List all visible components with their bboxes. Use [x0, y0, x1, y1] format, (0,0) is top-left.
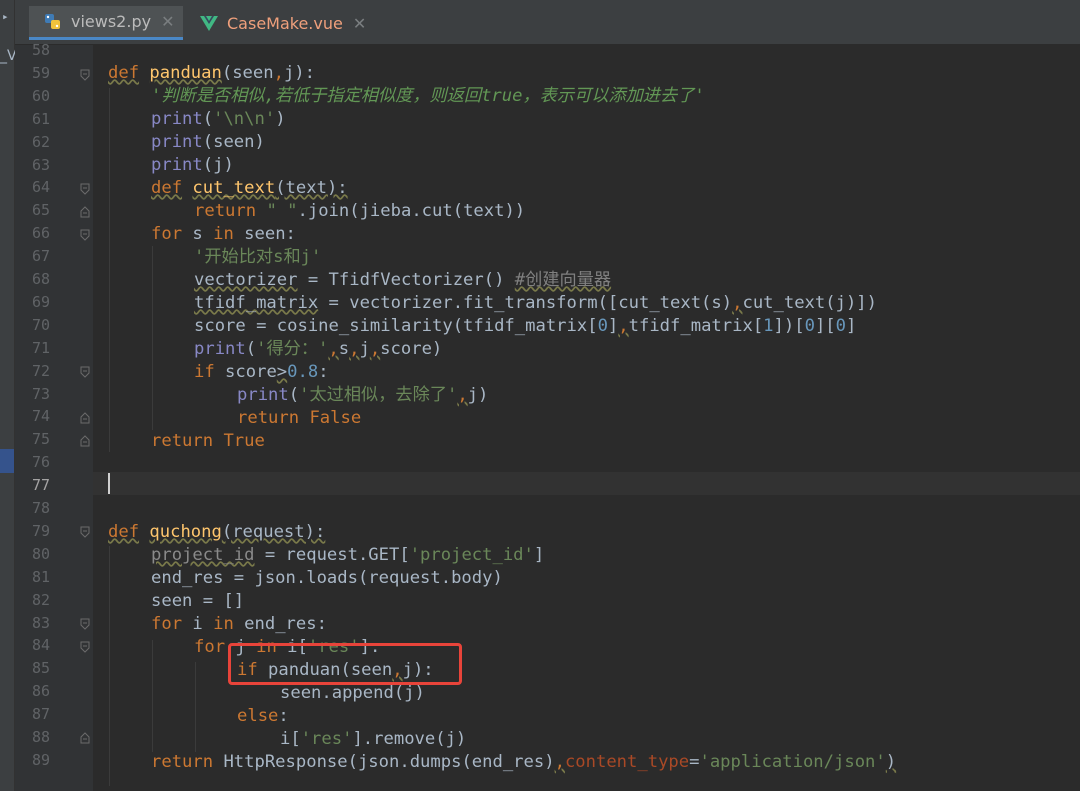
line-number: 88 [31, 728, 50, 746]
line-number: 64 [31, 178, 50, 197]
project-panel-edge[interactable]: ▸ _V [0, 0, 17, 791]
code-line-60: '判断是否相似,若低于指定相似度，则返回true，表示可以添加进去了' [151, 86, 705, 106]
line-number: 70 [31, 315, 50, 334]
fold-open-icon[interactable] [80, 366, 90, 378]
tab-label: views2.py [71, 12, 152, 31]
indent-guide [109, 546, 110, 786]
code-line-65: return " ".join(jieba.cut(text)) [194, 201, 526, 221]
fold-open-icon[interactable] [80, 526, 90, 538]
code-line-62: print(seen) [151, 132, 265, 152]
close-icon[interactable]: ✕ [353, 14, 366, 33]
close-icon[interactable]: ✕ [161, 12, 174, 31]
code-line-71: print('得分：',s,j,score) [194, 339, 443, 359]
line-number: 65 [31, 201, 50, 220]
indent-guide [152, 246, 153, 430]
line-number: 86 [31, 682, 50, 701]
line-number: 59 [31, 63, 50, 82]
line-number: 85 [31, 659, 50, 678]
indent-guide [152, 640, 153, 752]
line-number: 75 [31, 430, 50, 449]
line-number: 62 [31, 132, 50, 151]
line-number: 83 [31, 613, 50, 632]
tab-casemake-vue[interactable]: CaseMake.vue ✕ [185, 6, 375, 40]
line-number: 76 [31, 453, 50, 472]
fold-close-icon[interactable] [80, 206, 90, 218]
current-line-highlight [93, 472, 1080, 495]
line-number: 89 [31, 750, 50, 769]
line-number: 66 [31, 224, 50, 243]
indent-guide [195, 662, 196, 752]
code-line-59: def panduan(seen,j): [108, 63, 315, 83]
line-number: 67 [31, 247, 50, 266]
code-line-88: i['res'].remove(j) [280, 729, 467, 749]
line-number: 61 [31, 109, 50, 128]
line-number: 78 [31, 499, 50, 517]
fold-open-icon[interactable] [80, 641, 90, 653]
code-line-89: return HttpResponse(json.dumps(end_res),… [151, 752, 897, 772]
line-number: 80 [31, 544, 50, 563]
code-line-67: '开始比对s和j' [194, 247, 322, 267]
vue-file-icon [199, 13, 219, 33]
collapse-arrow-icon[interactable]: ▸ [2, 10, 9, 23]
project-tree-selection [0, 449, 14, 473]
code-line-80: project_id = request.GET['project_id'] [151, 545, 545, 565]
line-number: 81 [31, 567, 50, 586]
line-number: 68 [31, 270, 50, 288]
code-line-74: return False [237, 408, 362, 428]
code-line-69: tfidf_matrix = vectorizer.fit_transform(… [194, 293, 877, 313]
code-line-66: for s in seen: [151, 224, 296, 244]
line-number: 84 [31, 636, 50, 655]
line-number: 63 [31, 155, 50, 174]
line-number: 71 [31, 338, 50, 357]
text-caret [108, 473, 110, 494]
code-line-61: print('\n\n') [151, 109, 286, 129]
tab-views2-py[interactable]: views2.py ✕ [29, 6, 183, 40]
highlight-annotation-box [228, 643, 462, 685]
fold-close-icon[interactable] [80, 412, 90, 424]
code-line-63: print(j) [151, 155, 234, 175]
line-number: 87 [31, 705, 50, 724]
fold-open-icon[interactable] [80, 229, 90, 241]
line-number: 72 [31, 361, 50, 380]
code-line-75: return True [151, 431, 265, 451]
line-number: 74 [31, 407, 50, 426]
python-file-icon [43, 12, 63, 32]
fold-close-icon[interactable] [80, 435, 90, 447]
line-number: 73 [31, 384, 50, 403]
line-number: 58 [31, 41, 50, 59]
editor-tab-bar: views2.py ✕ CaseMake.vue ✕ [15, 0, 1080, 45]
code-line-73: print('太过相似，去除了',j) [237, 385, 489, 405]
fold-close-icon[interactable] [80, 732, 90, 744]
indent-guide [109, 88, 110, 452]
code-line-68: vectorizer = TfidfVectorizer() #创建向量器 [194, 270, 612, 290]
fold-open-icon[interactable] [80, 69, 90, 81]
code-line-70: score = cosine_similarity(tfidf_matrix[0… [194, 316, 857, 336]
code-line-83: for i in end_res: [151, 614, 327, 634]
code-line-72: if score>0.8: [194, 362, 329, 382]
line-number: 79 [31, 521, 50, 540]
line-number: 69 [31, 292, 50, 311]
fold-open-icon[interactable] [80, 618, 90, 630]
code-line-86: seen.append(j) [280, 683, 425, 703]
code-line-81: end_res = json.loads(request.body) [151, 568, 503, 588]
code-line-79: def quchong(request): [108, 522, 326, 542]
tab-label: CaseMake.vue [227, 13, 343, 33]
code-line-87: else: [237, 706, 289, 726]
code-line-64: def cut_text(text): [151, 178, 348, 198]
line-number: 77 [31, 476, 50, 495]
line-number: 60 [31, 86, 50, 105]
code-line-82: seen = [] [151, 591, 245, 611]
fold-open-icon[interactable] [80, 183, 90, 195]
line-number: 82 [31, 590, 50, 609]
